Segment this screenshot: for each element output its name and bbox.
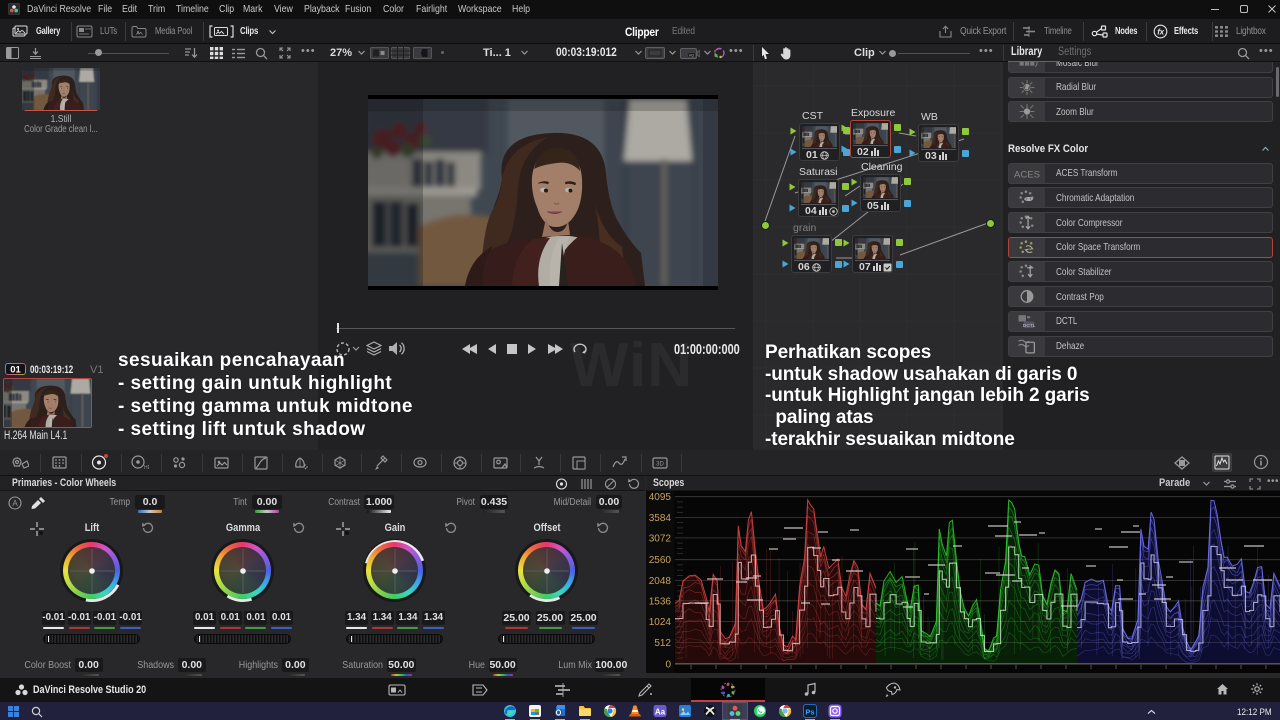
svg-text:Ps: Ps — [805, 708, 814, 717]
svg-text:2560: 2560 — [649, 555, 672, 566]
svg-text:01: 01 — [10, 365, 21, 376]
svg-text:fx: fx — [1157, 27, 1164, 36]
svg-text:1536: 1536 — [649, 596, 672, 607]
svg-text:HDR: HDR — [144, 465, 149, 471]
svg-text:3584: 3584 — [649, 513, 672, 524]
svg-text:1024: 1024 — [649, 617, 672, 628]
svg-text:ACES: ACES — [1014, 169, 1040, 180]
svg-text:3072: 3072 — [649, 533, 672, 544]
svg-text:DCTL: DCTL — [1023, 323, 1036, 329]
svg-text:0: 0 — [665, 659, 671, 670]
svg-text:4095: 4095 — [649, 492, 672, 503]
svg-text:Aa: Aa — [655, 708, 666, 717]
svg-text:HQ: HQ — [689, 53, 695, 57]
svg-text:512: 512 — [654, 638, 671, 649]
svg-text:2048: 2048 — [649, 576, 672, 587]
svg-text:A: A — [12, 499, 18, 508]
svg-text:3D: 3D — [656, 462, 664, 468]
